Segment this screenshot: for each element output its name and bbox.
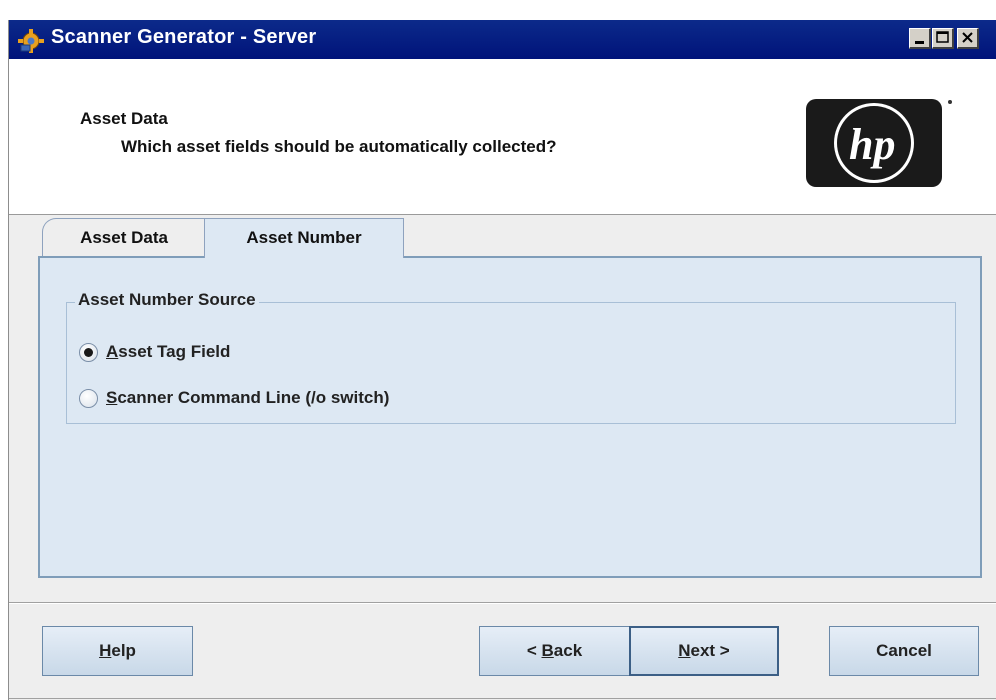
radio-label: Asset Tag Field	[106, 342, 231, 361]
asset-number-source-group: Asset Number Source Asset Tag Field Scan…	[66, 290, 956, 424]
tab-asset-number[interactable]: Asset Number	[204, 218, 404, 258]
separator	[9, 602, 996, 604]
radio-asset-tag-field[interactable]: Asset Tag Field	[79, 340, 230, 364]
next-button[interactable]: Next >	[629, 626, 779, 676]
tab-asset-data[interactable]: Asset Data	[42, 218, 206, 256]
app-icon	[18, 29, 44, 53]
title-bar[interactable]: Scanner Generator - Server	[9, 20, 996, 59]
svg-text:hp: hp	[849, 120, 895, 169]
radio-label: Scanner Command Line (/o switch)	[106, 388, 390, 407]
maximize-icon	[936, 31, 949, 43]
close-button[interactable]	[957, 28, 979, 49]
scanner-generator-window: Scanner Generator - Server Asset Data Wh…	[8, 20, 996, 700]
page-subtitle: Which asset fields should be automatical…	[121, 137, 557, 156]
wizard-header: Asset Data Which asset fields should be …	[9, 59, 996, 215]
radio-scanner-command-line[interactable]: Scanner Command Line (/o switch)	[79, 386, 389, 410]
cancel-button[interactable]: Cancel	[829, 626, 979, 676]
minimize-icon	[915, 41, 924, 44]
back-button[interactable]: < Back	[479, 626, 630, 676]
group-title: Asset Number Source	[75, 290, 259, 310]
window-title: Scanner Generator - Server	[51, 26, 317, 48]
tab-panel: Asset Number Source Asset Tag Field Scan…	[38, 256, 982, 578]
bottom-border	[9, 698, 996, 699]
close-icon	[962, 32, 973, 43]
radio-unchecked-icon[interactable]	[79, 388, 98, 408]
help-button[interactable]: Help	[42, 626, 193, 676]
minimize-button[interactable]	[909, 28, 931, 49]
hp-logo-icon: hp	[806, 99, 952, 187]
page-title: Asset Data	[80, 109, 168, 128]
radio-checked-icon[interactable]	[79, 342, 98, 362]
maximize-button[interactable]	[932, 28, 954, 49]
